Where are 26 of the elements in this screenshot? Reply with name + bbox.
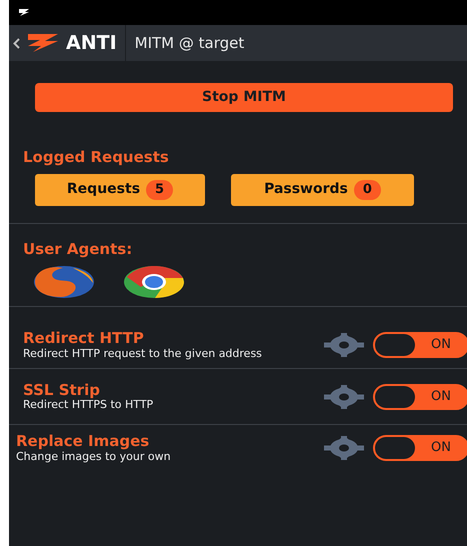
module-title: SSL Strip — [23, 382, 101, 398]
settings-icon[interactable] — [323, 384, 365, 409]
section-title: User Agents: — [23, 238, 134, 260]
logged-button[interactable]: Passwords 0 — [231, 174, 414, 206]
stop-mitm-button[interactable]: Stop MITM — [35, 83, 453, 112]
back-icon[interactable] — [13, 38, 20, 48]
module-description: Redirect HTTP request to the given address — [23, 346, 263, 360]
module-title: Redirect HTTP — [23, 330, 145, 346]
settings-icon[interactable] — [323, 436, 365, 460]
settings-icon[interactable] — [323, 332, 365, 357]
screen-title: MITM @ target — [134, 32, 244, 54]
toggle-switch[interactable]: ON — [373, 384, 467, 410]
count-badge: 0 — [354, 180, 381, 200]
logged-button[interactable]: Requests 5 — [35, 174, 205, 206]
module-title: Replace Images — [16, 433, 150, 450]
app-icon — [18, 8, 30, 17]
section-title: Logged Requests — [23, 147, 170, 168]
count-badge: 5 — [146, 180, 174, 200]
logo-text: ANTI — [66, 30, 117, 56]
module-description: Change images to your own — [16, 450, 172, 464]
logo-icon — [28, 34, 58, 52]
chrome-icon — [123, 265, 185, 299]
firefox-icon — [33, 265, 95, 299]
module-description: Redirect HTTPS to HTTP — [23, 398, 154, 412]
toggle-switch[interactable]: ON — [373, 435, 467, 462]
toggle-switch[interactable]: ON — [373, 332, 467, 358]
